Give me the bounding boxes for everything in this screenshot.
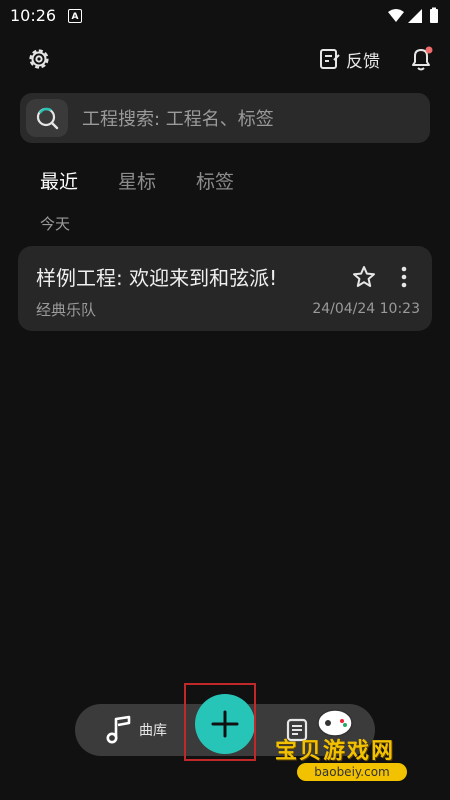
feedback-button[interactable]: 反馈 — [318, 44, 380, 74]
wifi-icon — [388, 9, 404, 22]
filter-tabs: 最近 星标 标签 — [40, 167, 234, 197]
nav-library-label: 曲库 — [139, 723, 167, 739]
search-bar[interactable] — [20, 93, 430, 145]
tab-starred[interactable]: 星标 — [118, 167, 156, 197]
status-right-icons — [386, 6, 442, 26]
star-button[interactable] — [350, 263, 378, 291]
tab-tags[interactable]: 标签 — [196, 167, 234, 197]
more-options-button[interactable] — [392, 263, 416, 291]
more-vertical-icon — [401, 266, 407, 288]
notification-dot — [425, 46, 433, 54]
nav-library-button[interactable]: 曲库 — [105, 714, 167, 746]
feedback-label: 反馈 — [346, 51, 380, 72]
project-card[interactable]: 样例工程: 欢迎来到和弦派! 经典乐队 24/04/24 10:23 — [18, 246, 432, 331]
project-date: 24/04/24 10:23 — [312, 301, 420, 317]
search-icon — [36, 107, 59, 130]
bell-icon — [412, 46, 433, 71]
project-band: 经典乐队 — [36, 301, 97, 319]
music-note-icon — [106, 715, 131, 744]
status-bar: 10:26 A — [0, 0, 450, 32]
settings-icon — [29, 49, 49, 69]
settings-button[interactable] — [22, 42, 56, 76]
battery-icon — [430, 7, 438, 23]
search-icon-container — [26, 99, 68, 137]
notifications-button[interactable] — [404, 42, 438, 76]
feedback-icon — [320, 49, 340, 69]
search-input[interactable] — [80, 93, 424, 145]
signal-icon — [408, 9, 422, 23]
star-icon — [353, 266, 375, 287]
watermark-domain: baobeiy.com — [297, 763, 407, 781]
watermark: 宝贝游戏网 baobeiy.com — [275, 705, 435, 785]
section-today-label: 今天 — [40, 215, 71, 233]
tab-recent[interactable]: 最近 — [40, 167, 78, 197]
status-time: 10:26 — [10, 6, 57, 25]
notification-a-icon: A — [68, 9, 82, 23]
watermark-text: 宝贝游戏网 — [275, 739, 396, 764]
highlight-frame — [184, 683, 256, 761]
project-title: 样例工程: 欢迎来到和弦派! — [36, 266, 278, 290]
